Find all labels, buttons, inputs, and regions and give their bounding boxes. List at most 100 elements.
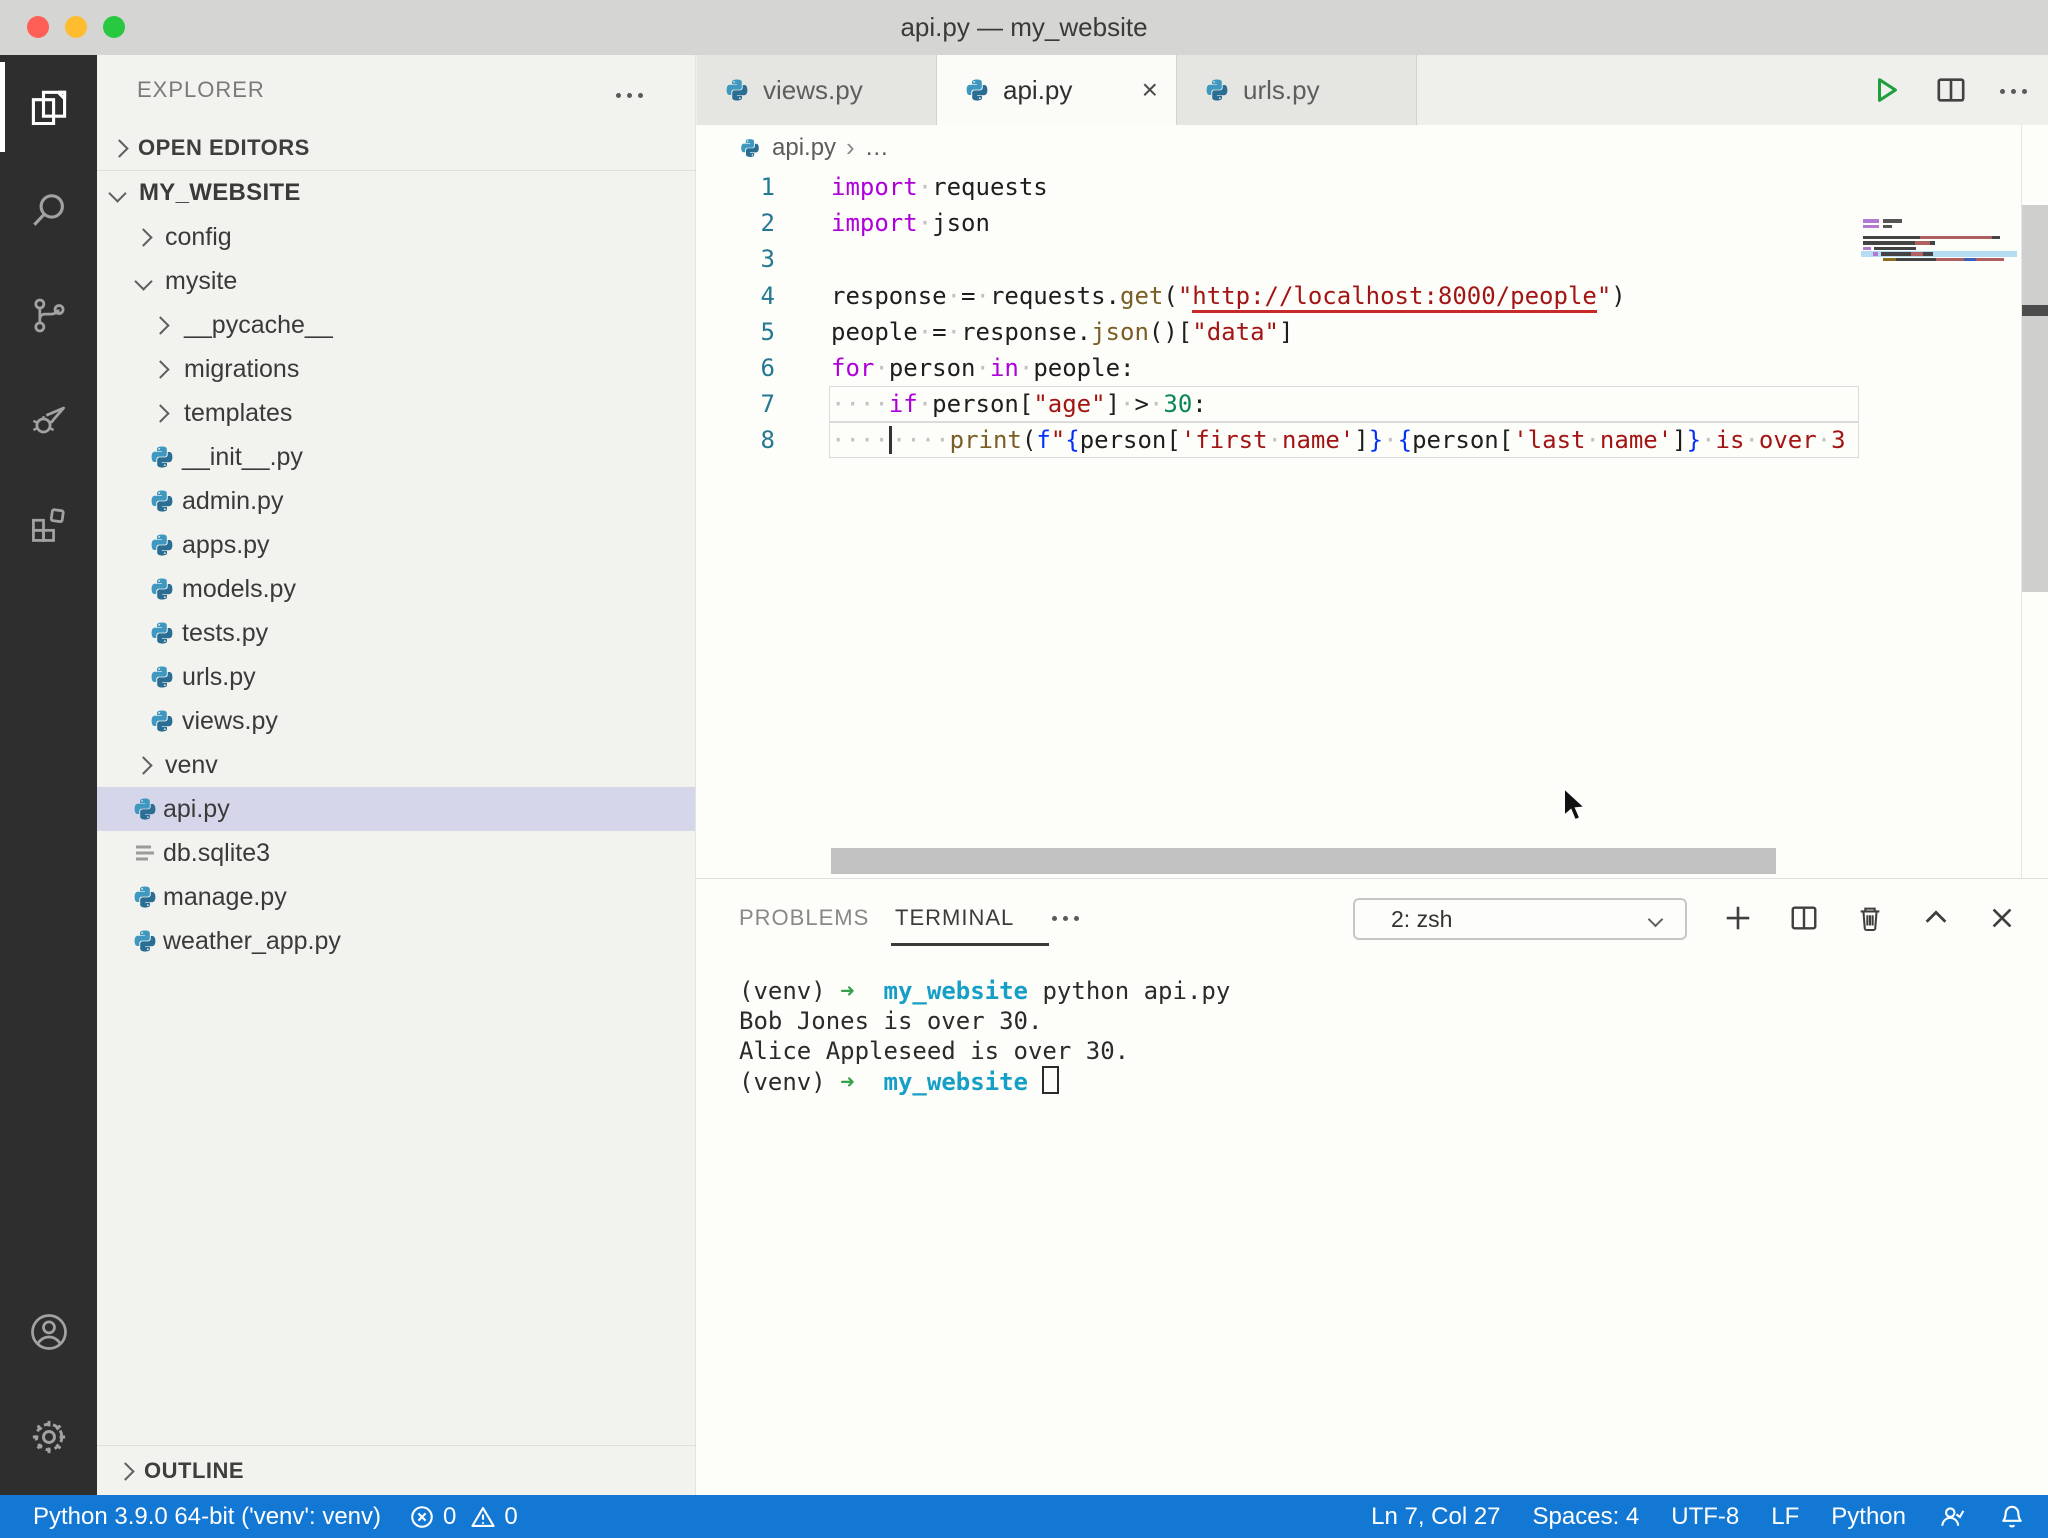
panel-more-tabs-button[interactable] bbox=[1052, 879, 1079, 957]
tree-item-migrations[interactable]: migrations bbox=[97, 347, 695, 391]
active-indicator bbox=[0, 62, 5, 152]
tree-item-admin-py[interactable]: admin.py bbox=[97, 479, 695, 523]
error-icon bbox=[409, 1504, 435, 1530]
chevron-down-icon bbox=[108, 184, 126, 202]
vscode-window: api.py — my_website EXPLORER OPEN EDITOR… bbox=[0, 0, 2048, 1538]
more-actions-button[interactable] bbox=[2000, 81, 2027, 99]
code-editor[interactable]: import·requestsimport·jsonresponse·=·req… bbox=[831, 169, 1859, 459]
tree-item-tests-py[interactable]: tests.py bbox=[97, 611, 695, 655]
open-editors-section[interactable]: OPEN EDITORS bbox=[97, 126, 695, 170]
sidebar-more-actions-button[interactable] bbox=[616, 85, 643, 103]
activitybar-run-debug[interactable] bbox=[0, 367, 97, 471]
tree-item-label: config bbox=[165, 223, 232, 252]
tree-item--init-py[interactable]: __init__.py bbox=[97, 435, 695, 479]
tree-item-api-py[interactable]: api.py bbox=[97, 787, 695, 831]
breadcrumb-more[interactable]: … bbox=[865, 134, 889, 162]
tree-item--pycache-[interactable]: __pycache__ bbox=[97, 303, 695, 347]
activitybar-extensions[interactable] bbox=[0, 471, 97, 575]
activity-bar bbox=[0, 55, 97, 1495]
tree-item-config[interactable]: config bbox=[97, 215, 695, 259]
activitybar-explorer[interactable] bbox=[0, 55, 97, 159]
bottom-panel: PROBLEMS TERMINAL 2: zsh (venv) ➜ bbox=[695, 878, 2048, 1496]
python-icon bbox=[1203, 76, 1231, 104]
kill-terminal-button[interactable] bbox=[1855, 903, 1885, 933]
status-encoding[interactable]: UTF-8 bbox=[1671, 1503, 1739, 1531]
file-icon bbox=[148, 487, 176, 515]
chevron-right-icon bbox=[151, 316, 169, 334]
code-line-5: people·=·response.json()["data"] bbox=[831, 314, 1859, 350]
tab-label: views.py bbox=[763, 75, 863, 106]
python-icon bbox=[1204, 77, 1230, 103]
activitybar-search[interactable] bbox=[0, 159, 97, 263]
file-icon bbox=[148, 575, 176, 603]
activitybar-source-control[interactable] bbox=[0, 263, 97, 367]
close-tab-button[interactable]: × bbox=[1142, 76, 1158, 104]
tree-item-views-py[interactable]: views.py bbox=[97, 699, 695, 743]
tree-item-models-py[interactable]: models.py bbox=[97, 567, 695, 611]
tree-item-mysite[interactable]: mysite bbox=[97, 259, 695, 303]
chevron-right-icon bbox=[134, 228, 152, 246]
feedback-icon[interactable] bbox=[1938, 1503, 1966, 1531]
window-title: api.py — my_website bbox=[0, 0, 2048, 55]
minimap-line bbox=[1863, 247, 1916, 251]
warning-icon bbox=[470, 1504, 496, 1530]
activitybar-settings[interactable] bbox=[0, 1385, 97, 1489]
python-icon bbox=[132, 796, 158, 822]
tab-api-py[interactable]: api.py× bbox=[937, 55, 1177, 125]
new-terminal-button[interactable] bbox=[1723, 903, 1753, 933]
python-file-icon bbox=[736, 134, 764, 162]
tree-item-urls-py[interactable]: urls.py bbox=[97, 655, 695, 699]
horizontal-scrollbar-thumb[interactable] bbox=[831, 848, 1776, 874]
status-eol[interactable]: LF bbox=[1771, 1503, 1799, 1531]
python-icon bbox=[132, 928, 158, 954]
tree-item-label: db.sqlite3 bbox=[163, 839, 270, 868]
terminal-output[interactable]: (venv) ➜ my_website python api.pyBob Jon… bbox=[739, 976, 1230, 1096]
editor-group: views.py api.py× urls.py api.py › … 1234… bbox=[695, 55, 2048, 878]
error-count: 0 bbox=[443, 1503, 456, 1531]
divider bbox=[97, 1445, 695, 1446]
close-panel-button[interactable] bbox=[1987, 903, 2017, 933]
outline-label: OUTLINE bbox=[144, 1458, 244, 1484]
file-icon bbox=[148, 619, 176, 647]
tree-root-my-website[interactable]: MY_WEBSITE bbox=[97, 171, 695, 215]
chevron-right-icon bbox=[151, 360, 169, 378]
file-icon bbox=[148, 443, 176, 471]
tab-urls-py[interactable]: urls.py bbox=[1177, 55, 1417, 125]
tree-item-venv[interactable]: venv bbox=[97, 743, 695, 787]
tree-item-db-sqlite3[interactable]: db.sqlite3 bbox=[97, 831, 695, 875]
terminal-shell-dropdown[interactable]: 2: zsh bbox=[1353, 898, 1687, 940]
split-editor-button[interactable] bbox=[1936, 75, 1966, 105]
status-cursor-position[interactable]: Ln 7, Col 27 bbox=[1371, 1503, 1500, 1531]
minimap[interactable] bbox=[1863, 159, 2015, 873]
minimap-line bbox=[1863, 219, 1902, 223]
tab-problems[interactable]: PROBLEMS bbox=[739, 879, 869, 957]
status-language-mode[interactable]: Python bbox=[1831, 1503, 1906, 1531]
tree-item-manage-py[interactable]: manage.py bbox=[97, 875, 695, 919]
terminal-line: (venv) ➜ my_website python api.py bbox=[739, 976, 1230, 1006]
run-python-file-button[interactable] bbox=[1872, 75, 1902, 105]
tree-item-label: apps.py bbox=[182, 531, 270, 560]
activitybar-account[interactable] bbox=[0, 1280, 97, 1384]
active-panel-tab-underline bbox=[891, 943, 1049, 946]
outline-section[interactable]: OUTLINE bbox=[97, 1449, 695, 1493]
python-interpreter-status[interactable]: Python 3.9.0 64-bit ('venv': venv) bbox=[33, 1503, 381, 1531]
python-icon bbox=[149, 620, 175, 646]
status-indentation[interactable]: Spaces: 4 bbox=[1533, 1503, 1640, 1531]
terminal-line: (venv) ➜ my_website bbox=[739, 1066, 1230, 1096]
tree-item-label: templates bbox=[184, 399, 292, 428]
notifications-bell-icon[interactable] bbox=[1998, 1503, 2026, 1531]
code-line-4: response·=·requests.get("http://localhos… bbox=[831, 278, 1859, 314]
tab-views-py[interactable]: views.py bbox=[697, 55, 937, 125]
panel-actions bbox=[1723, 879, 2017, 957]
tree-item-label: admin.py bbox=[182, 487, 283, 516]
split-terminal-button[interactable] bbox=[1789, 903, 1819, 933]
maximize-panel-button[interactable] bbox=[1921, 903, 1951, 933]
python-icon bbox=[132, 884, 158, 910]
breadcrumb-file[interactable]: api.py bbox=[772, 134, 836, 162]
vertical-scrollbar-thumb[interactable] bbox=[2022, 205, 2048, 592]
tree-item-apps-py[interactable]: apps.py bbox=[97, 523, 695, 567]
problems-status[interactable]: 0 0 bbox=[409, 1503, 518, 1531]
tree-item-templates[interactable]: templates bbox=[97, 391, 695, 435]
vertical-scrollbar[interactable] bbox=[2021, 125, 2048, 878]
tree-item-weather-app-py[interactable]: weather_app.py bbox=[97, 919, 695, 963]
